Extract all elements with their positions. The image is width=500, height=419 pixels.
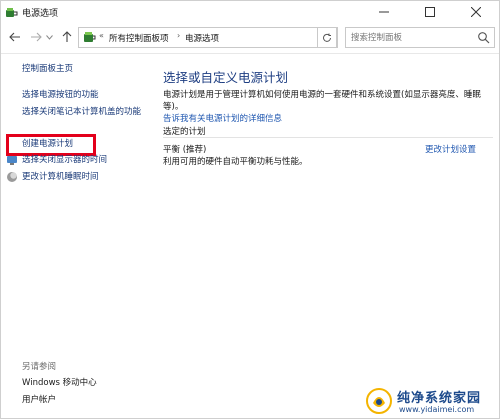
title-bar: 电源选项 (1, 1, 499, 25)
arrow-up-icon (62, 31, 72, 42)
turn-off-display-link[interactable]: 选择关闭显示器的时间 (22, 154, 107, 167)
back-button[interactable] (7, 29, 23, 45)
address-overflow-icon[interactable]: « (99, 31, 104, 40)
close-icon (471, 7, 481, 17)
chevron-down-icon (45, 34, 53, 40)
window-title: 电源选项 (22, 9, 59, 19)
page-description: 电源计划是用于管理计算机如何使用电源的一套硬件和系统设置(如显示器亮度、睡眠等)… (163, 89, 493, 125)
plan-description: 利用可用的硬件自动平衡功耗与性能。 (163, 157, 308, 167)
breadcrumb-power-options[interactable]: 电源选项 (185, 32, 219, 44)
refresh-icon (323, 33, 331, 42)
learn-more-link[interactable]: 告诉我有关电源计划的详细信息 (163, 114, 282, 124)
page-title: 选择或自定义电源计划 (163, 70, 289, 85)
choose-power-button-link[interactable]: 选择电源按钮的功能 (22, 89, 99, 102)
minimize-button[interactable] (361, 1, 407, 23)
change-sleep-time-link[interactable]: 更改计算机睡眠时间 (22, 171, 99, 184)
description-text: 电源计划是用于管理计算机如何使用电源的一套硬件和系统设置(如显示器亮度、睡眠等)… (163, 90, 481, 112)
power-options-icon (6, 8, 18, 17)
address-bar[interactable]: « 所有控制面板项 › 电源选项 ⌄ (78, 27, 382, 48)
power-options-window: 电源选项 « 所有控制面板项 › 电源选项 搜索控制面板 控制面板主页 选择电源… (0, 0, 500, 419)
main-content: 选择或自定义电源计划 电源计划是用于管理计算机如何使用电源的一套硬件和系统设置(… (163, 54, 499, 354)
breadcrumb-separator-icon[interactable]: › (177, 31, 180, 40)
arrow-right-icon (31, 32, 42, 42)
control-panel-home-link[interactable]: 控制面板主页 (22, 63, 73, 76)
windows-mobility-center-link[interactable]: Windows 移动中心 (22, 376, 97, 388)
arrow-left-icon (9, 32, 20, 42)
up-button[interactable] (59, 29, 75, 45)
maximize-button[interactable] (407, 1, 453, 23)
selected-plans-heading: 选定的计划 (163, 127, 206, 137)
left-navigation-pane: 控制面板主页 选择电源按钮的功能 选择关闭笔记本计算机盖的功能 创建电源计划 选… (1, 54, 151, 419)
plan-name-balanced: 平衡 (推荐) (163, 145, 207, 155)
breadcrumb-all-control-panel-items[interactable]: 所有控制面板项 (109, 32, 169, 44)
refresh-button[interactable] (317, 27, 337, 48)
sleep-moon-icon (7, 172, 17, 182)
highlight-box (6, 134, 96, 156)
watermark-url: www.yidaimei.com (399, 405, 475, 414)
section-divider (163, 137, 493, 138)
see-also-heading: 另请参阅 (22, 362, 57, 372)
navigation-bar: « 所有控制面板项 › 电源选项 ⌄ (1, 25, 499, 51)
watermark-name: 纯净系统家园 (397, 391, 482, 406)
watermark-logo-icon (366, 388, 392, 414)
control-panel-icon (84, 32, 96, 42)
search-box[interactable] (345, 27, 495, 48)
search-icon[interactable] (477, 31, 490, 44)
watermark: 纯净系统家园 www.yidaimei.com (365, 385, 497, 419)
search-input[interactable] (351, 31, 471, 45)
change-plan-settings-link[interactable]: 更改计划设置 (425, 143, 476, 155)
maximize-icon (425, 7, 435, 17)
recent-locations-button[interactable] (44, 29, 54, 45)
choose-lid-close-link[interactable]: 选择关闭笔记本计算机盖的功能 (22, 106, 147, 119)
minimize-icon (379, 11, 389, 13)
display-shield-icon (7, 156, 17, 165)
close-button[interactable] (453, 1, 499, 23)
user-accounts-link[interactable]: 用户帐户 (22, 393, 56, 405)
forward-button[interactable] (28, 29, 44, 45)
